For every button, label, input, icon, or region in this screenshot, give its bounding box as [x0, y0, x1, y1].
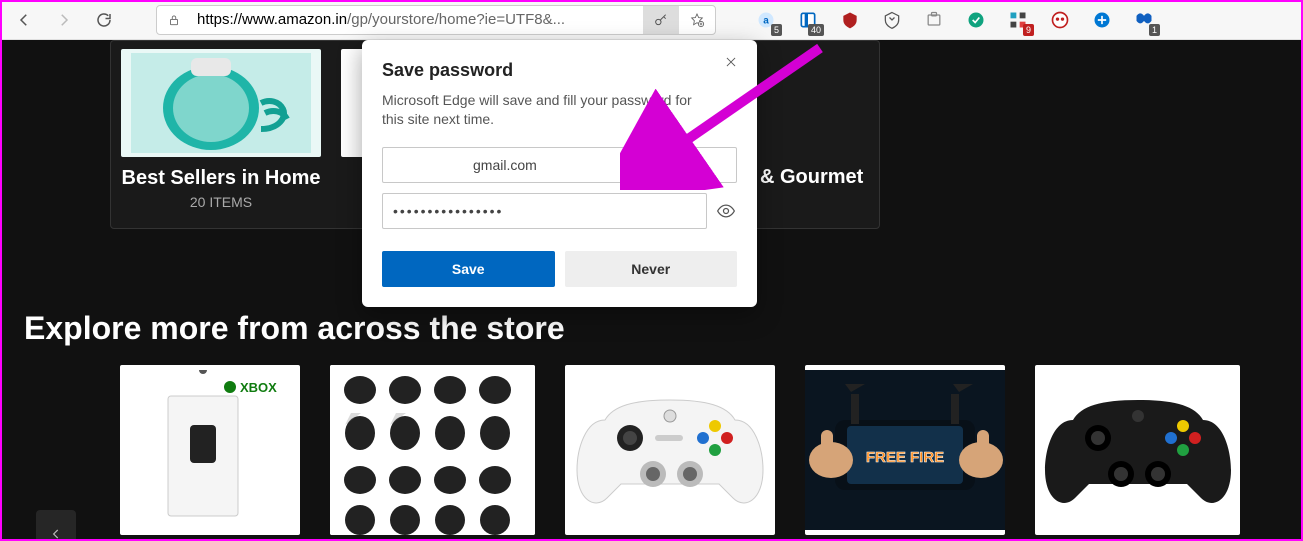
product-card[interactable] [1035, 365, 1240, 535]
product-carousel: XBOX [20, 365, 1303, 535]
forward-button[interactable] [48, 4, 80, 36]
extension-icon-9[interactable] [1090, 8, 1114, 32]
dialog-message: Microsoft Edge will save and fill your p… [382, 91, 712, 129]
product-card[interactable] [330, 365, 535, 535]
refresh-button[interactable] [88, 4, 120, 36]
reveal-password-icon[interactable] [715, 200, 737, 222]
bestsellers-title: Best Sellers in Home [122, 167, 321, 190]
bestsellers-subtitle: 20 ITEMS [190, 194, 252, 210]
extensions-area: a 5 40 9 1 [754, 8, 1156, 32]
extension-icon-2[interactable]: 40 [796, 8, 820, 32]
password-key-icon[interactable] [643, 6, 679, 34]
save-button[interactable]: Save [382, 251, 555, 287]
url-text: https://www.amazon.in/gp/yourstore/home?… [191, 11, 643, 28]
svg-text:a: a [763, 15, 769, 26]
favorite-icon[interactable] [679, 6, 715, 34]
back-button[interactable] [8, 4, 40, 36]
extension-icon-10[interactable]: 1 [1132, 8, 1156, 32]
product-card[interactable]: XBOX [120, 365, 300, 535]
product-card[interactable] [565, 365, 775, 535]
extension-icon-6[interactable] [964, 8, 988, 32]
extension-badge: 1 [1149, 24, 1160, 36]
extension-icon-3[interactable] [838, 8, 862, 32]
browser-toolbar: https://www.amazon.in/gp/yourstore/home?… [0, 0, 1303, 40]
extension-icon-8[interactable] [1048, 8, 1072, 32]
extension-icon-7[interactable]: 9 [1006, 8, 1030, 32]
extension-badge: 5 [771, 24, 782, 36]
gourmet-label: & Gourmet [760, 166, 863, 189]
lock-icon [157, 13, 191, 27]
explore-heading: Explore more from across the store [24, 310, 565, 347]
product-card[interactable]: FREE FIRE [805, 365, 1005, 535]
save-password-dialog: Save password Microsoft Edge will save a… [362, 40, 757, 307]
svg-text:FREE FIRE: FREE FIRE [866, 449, 944, 466]
never-button[interactable]: Never [565, 251, 738, 287]
bestsellers-image [121, 49, 321, 157]
address-bar[interactable]: https://www.amazon.in/gp/yourstore/home?… [156, 5, 716, 35]
xbox-logo-text: XBOX [240, 380, 277, 395]
extension-icon-5[interactable] [922, 8, 946, 32]
dialog-title: Save password [382, 60, 737, 81]
extension-badge: 9 [1023, 24, 1034, 36]
close-icon[interactable] [719, 50, 743, 74]
extension-badge: 40 [808, 24, 824, 36]
username-field[interactable] [382, 147, 737, 183]
extension-icon-4[interactable] [880, 8, 904, 32]
extension-icon-1[interactable]: a 5 [754, 8, 778, 32]
password-field[interactable] [382, 193, 707, 229]
